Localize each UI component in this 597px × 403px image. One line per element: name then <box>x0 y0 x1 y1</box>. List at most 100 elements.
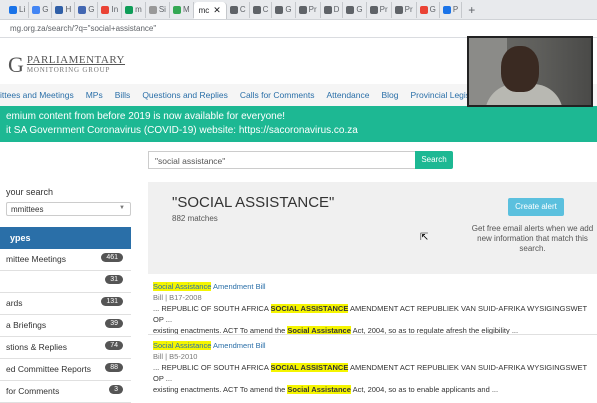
side-item-calls-for-comments[interactable]: for Comments 3 <box>0 381 131 403</box>
new-tab-icon[interactable]: + <box>468 3 475 17</box>
result-meta: Bill | B17-2008 <box>153 293 202 302</box>
tab-favicon-icon <box>55 5 64 14</box>
browser-tab[interactable]: Pr <box>367 1 392 18</box>
nav-attendance[interactable]: Attendance <box>326 90 369 100</box>
browser-tab[interactable]: G <box>29 1 53 18</box>
tab-label: Pr <box>308 5 317 14</box>
results-title: "SOCIAL ASSISTANCE" <box>172 194 335 211</box>
nav-questions[interactable]: Questions and Replies <box>142 90 228 100</box>
tab-label: C <box>239 5 246 14</box>
video-person-head <box>501 46 539 92</box>
search-result: Social Assistance Amendment Bill Bill | … <box>153 340 593 395</box>
pmg-logo[interactable]: G PARLIAMENTARY MONITORING GROUP <box>8 52 125 78</box>
browser-tab[interactable]: C <box>250 1 273 18</box>
browser-tab[interactable]: M <box>170 1 194 18</box>
search-input[interactable]: "social assistance" <box>148 151 416 169</box>
tab-favicon-icon <box>172 5 181 14</box>
tab-label: G <box>42 5 49 14</box>
side-item-committee-reports[interactable]: ed Committee Reports 88 <box>0 359 131 381</box>
side-item-label: for Comments <box>6 386 60 396</box>
browser-tab[interactable]: D <box>321 1 344 18</box>
side-item-label: mittee Meetings <box>6 254 66 264</box>
browser-tab[interactable]: G <box>417 1 440 18</box>
side-item-media-briefings[interactable]: a Briefings 39 <box>0 315 131 337</box>
tab-favicon-icon <box>78 5 87 14</box>
chevron-down-icon: ▼ <box>119 205 125 211</box>
nav-bills[interactable]: Bills <box>115 90 131 100</box>
tab-favicon-icon <box>9 5 17 14</box>
tab-favicon-icon <box>419 5 428 14</box>
side-item-questions-replies[interactable]: stions & Replies 74 <box>0 337 131 359</box>
results-count: 882 matches <box>172 214 218 223</box>
browser-tab[interactable]: In <box>98 1 123 18</box>
browser-tab[interactable]: Pr <box>296 1 321 18</box>
count-badge: 74 <box>105 341 123 350</box>
search-result: Social Assistance Amendment Bill Bill | … <box>153 281 593 336</box>
tab-label: M <box>182 5 190 14</box>
browser-tab[interactable]: C <box>227 1 250 18</box>
active-tab[interactable]: mc ✕ <box>193 1 227 19</box>
count-badge: 131 <box>101 297 123 306</box>
alert-description: Get free email alerts when we add new in… <box>471 224 594 253</box>
video-call-overlay[interactable] <box>467 36 593 107</box>
browser-tab[interactable]: H <box>52 1 76 18</box>
count-badge: 31 <box>105 275 123 284</box>
tab-label: Si <box>158 5 166 14</box>
count-badge: 3 <box>109 385 123 394</box>
tab-label: Li <box>19 5 26 14</box>
committee-select[interactable]: mmittees ▼ <box>6 202 131 216</box>
result-title[interactable]: Social Assistance Amendment Bill <box>153 281 593 292</box>
committee-select-value: mmittees <box>11 205 44 214</box>
refine-label: your search <box>6 187 54 197</box>
result-snippet-line1: ... REPUBLIC OF SOUTH AFRICA SOCIAL ASSI… <box>153 363 587 383</box>
tab-favicon-icon <box>101 5 110 14</box>
tab-label: G <box>429 5 436 14</box>
tab-label: D <box>333 5 340 14</box>
logo-line1: PARLIAMENTARY <box>26 54 126 66</box>
count-badge: 39 <box>105 319 123 328</box>
side-item-committee-meetings[interactable]: mittee Meetings 461 <box>0 249 131 271</box>
browser-tab[interactable]: G <box>343 1 367 18</box>
tab-label: m <box>135 5 142 14</box>
nav-calls-for-comments[interactable]: Calls for Comments <box>240 90 315 100</box>
banner-line1: emium content from before 2019 is now av… <box>6 111 286 122</box>
nav-mps[interactable]: MPs <box>86 90 103 100</box>
nav-committees[interactable]: ittees and Meetings <box>0 90 74 100</box>
tab-favicon-icon <box>298 5 307 14</box>
tab-favicon-icon <box>275 5 284 14</box>
browser-tab[interactable]: Li <box>6 1 30 18</box>
tab-label: G <box>285 5 292 14</box>
tab-label: Pr <box>379 5 388 14</box>
tab-label: G <box>356 5 363 14</box>
side-item-bills[interactable]: 31 <box>0 271 131 293</box>
tab-favicon-icon <box>148 5 157 14</box>
browser-tab-strip: mc ✕ Li G H G In m Si M C C G Pr D G Pr Pr G P + <box>0 0 597 20</box>
browser-tab[interactable]: G <box>272 1 296 18</box>
tab-favicon-icon <box>323 5 332 14</box>
banner-line2[interactable]: it SA Government Coronavirus (COVID-19) … <box>6 124 597 138</box>
side-item-label: a Briefings <box>6 320 47 330</box>
tab-label: C <box>262 5 269 14</box>
nav-blog[interactable]: Blog <box>382 90 399 100</box>
types-heading: ypes <box>0 227 131 249</box>
browser-tab[interactable]: P <box>440 1 463 18</box>
result-title-highlight: Social Assistance <box>153 282 212 291</box>
tab-label: H <box>65 5 72 14</box>
browser-tab[interactable]: Pr <box>392 1 417 18</box>
tab-favicon-icon <box>125 5 134 14</box>
browser-tab[interactable]: m <box>122 1 146 18</box>
create-alert-button[interactable]: Create alert <box>508 198 564 216</box>
close-tab-icon[interactable]: ✕ <box>213 5 221 16</box>
result-meta: Bill | B5-2010 <box>153 352 198 361</box>
search-button[interactable]: Search <box>415 151 453 169</box>
tab-favicon-icon <box>346 5 355 14</box>
browser-tab[interactable]: Si <box>146 1 170 18</box>
browser-tab[interactable]: G <box>75 1 99 18</box>
announcement-banner: emium content from before 2019 is now av… <box>0 106 597 142</box>
result-title-rest: Amendment Bill <box>211 341 266 350</box>
side-item-hansards[interactable]: ards 131 <box>0 293 131 315</box>
result-title[interactable]: Social Assistance Amendment Bill <box>153 340 593 351</box>
count-badge: 461 <box>101 253 123 262</box>
active-tab-label: mc <box>198 6 210 15</box>
logo-line2: MONITORING GROUP <box>26 66 111 74</box>
